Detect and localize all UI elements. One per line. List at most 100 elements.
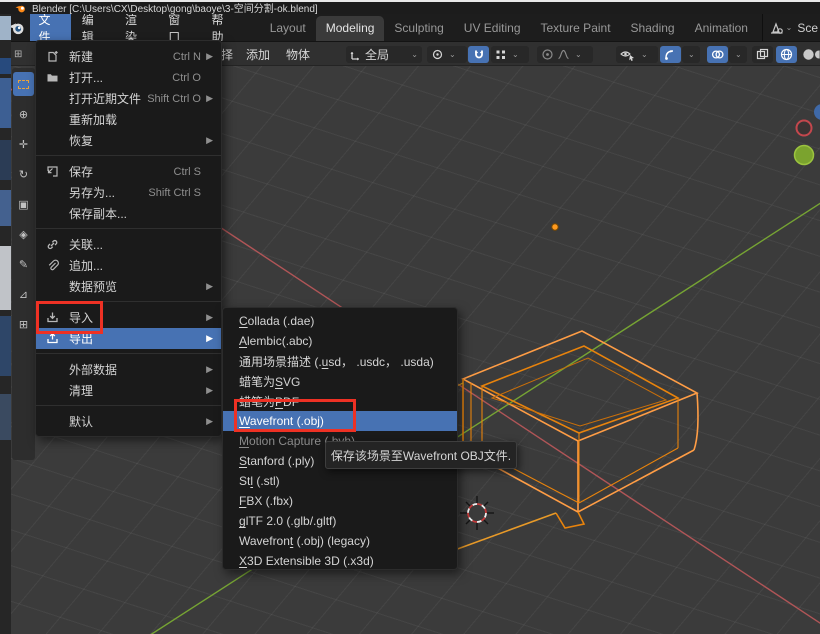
- workspace-tab[interactable]: Animation: [685, 16, 758, 42]
- transform-orientation-dropdown[interactable]: 全局 ⌄: [346, 46, 422, 63]
- scene-selector[interactable]: ⌄ Sce: [762, 14, 820, 41]
- add-cube-tool[interactable]: ⊞: [13, 312, 34, 336]
- xray-toggle[interactable]: [752, 46, 773, 63]
- export-format-item[interactable]: Alembic(.abc): [223, 331, 457, 351]
- overlays-icon: [711, 48, 724, 61]
- file-menu-item[interactable]: 新建 Ctrl N ▶: [36, 46, 221, 67]
- export-format-item[interactable]: Wavefront (.obj) (legacy): [223, 531, 457, 551]
- background-window-edge: [0, 14, 11, 634]
- export-format-item[interactable]: glTF 2.0 (.glb/.gltf): [223, 511, 457, 531]
- rotate-tool[interactable]: ↻: [13, 162, 34, 186]
- export-format-item[interactable]: X3D Extensible 3D (.x3d): [223, 551, 457, 570]
- add-menu[interactable]: 添加: [246, 46, 270, 63]
- file-menu-item[interactable]: 清理 ▶: [36, 380, 221, 401]
- export-format-item[interactable]: Wavefront (.obj): [223, 411, 457, 431]
- file-menu-item[interactable]: 另存为... Shift Ctrl S ▶: [36, 182, 221, 203]
- tooltip: 保存该场景至Wavefront OBJ文件.: [325, 441, 517, 469]
- submenu-arrow-icon: ▶: [204, 312, 213, 323]
- blender-logo-small: [15, 4, 26, 13]
- menubar-menu[interactable]: 窗口: [159, 14, 200, 42]
- file-menu-item[interactable]: 保存 Ctrl S ▶: [36, 161, 221, 182]
- file-menu-item[interactable]: 数据预览 ▶: [36, 276, 221, 297]
- select-menu-partial[interactable]: 择: [221, 46, 233, 63]
- move-tool[interactable]: ✛: [13, 132, 34, 156]
- gizmo-icon: [664, 48, 677, 61]
- new-file-icon: [46, 50, 63, 63]
- snap-to-dropdown[interactable]: ⌄: [491, 46, 529, 63]
- file-menu-item[interactable]: 默认 ▶: [36, 411, 221, 432]
- menu-separator: [36, 405, 221, 406]
- chevron-down-icon: ⌄: [735, 50, 742, 59]
- workspace-tab[interactable]: Texture Paint: [531, 16, 621, 42]
- falloff-curve-icon: [557, 48, 570, 61]
- export-format-item[interactable]: Stl (.stl): [223, 471, 457, 491]
- submenu-arrow-icon: ▶: [204, 364, 213, 375]
- cursor-tool-icon: ⊕: [19, 108, 28, 121]
- file-menu-item[interactable]: 重新加载 ▶: [36, 109, 221, 130]
- open-folder-icon: [46, 71, 63, 84]
- workspace-tab[interactable]: UV Editing: [454, 16, 531, 42]
- object-menu[interactable]: 物体: [286, 46, 310, 63]
- export-format-item[interactable]: Collada (.dae): [223, 311, 457, 331]
- show-overlays-toggle[interactable]: [707, 46, 728, 63]
- cursor-tool[interactable]: ⊕: [13, 102, 34, 126]
- pivot-point-dropdown[interactable]: ⌄: [427, 46, 467, 63]
- file-menu-item[interactable]: 关联... ▶: [36, 234, 221, 255]
- annotate-icon: ✎: [19, 258, 28, 271]
- import-icon: [46, 311, 63, 324]
- submenu-arrow-icon: ▶: [204, 135, 213, 146]
- export-format-item[interactable]: 蜡笔为SVG: [223, 371, 457, 391]
- export-format-item[interactable]: 蜡笔为PDF: [223, 391, 457, 411]
- wireframe-sphere-icon: [780, 48, 793, 61]
- measure-tool[interactable]: ⊿: [13, 282, 34, 306]
- selectability-visibility-dropdown[interactable]: ⌄: [616, 46, 658, 63]
- transform-icon: ◈: [19, 228, 27, 241]
- export-format-item[interactable]: FBX (.fbx): [223, 491, 457, 511]
- export-format-item[interactable]: 通用场景描述 (.usd， .usdc， .usda): [223, 351, 457, 371]
- overlays-dropdown[interactable]: ⌄: [729, 46, 747, 63]
- file-menu-item[interactable]: 恢复 ▶: [36, 130, 221, 151]
- editor-type-button[interactable]: ⊞: [14, 46, 22, 63]
- file-menu-item[interactable]: 打开... Ctrl O ▶: [36, 67, 221, 88]
- menubar-menu[interactable]: 编辑: [73, 14, 114, 42]
- file-menu-item[interactable]: 打开近期文件 Shift Ctrl O ▶: [36, 88, 221, 109]
- select-box-tool[interactable]: [13, 72, 34, 96]
- proportional-editing-controls[interactable]: ⌄: [537, 46, 593, 63]
- chevron-down-icon: ⌄: [575, 50, 582, 59]
- workspace-tab[interactable]: Sculpting: [384, 16, 453, 42]
- menu-separator: [36, 301, 221, 302]
- window-titlebar: Blender [C:\Users\CX\Desktop\gong\baoye\…: [0, 0, 820, 14]
- file-menu-item[interactable]: 导出 ▶: [36, 328, 221, 349]
- workspace-tab[interactable]: Modeling: [316, 16, 385, 42]
- menu-separator: [36, 436, 221, 437]
- transform-tool[interactable]: ◈: [13, 222, 34, 246]
- tooltip-text: 保存该场景至Wavefront OBJ文件.: [331, 447, 511, 464]
- workspace-tab[interactable]: Layout: [260, 16, 316, 42]
- menubar-menus: 文件编辑渲染窗口帮助: [30, 14, 246, 42]
- shading-wireframe-button[interactable]: [776, 46, 797, 63]
- file-menu-item[interactable]: 导入 ▶: [36, 307, 221, 328]
- workspace-tab[interactable]: Shading: [621, 16, 685, 42]
- magnet-icon: [473, 49, 485, 61]
- menubar-menu[interactable]: 帮助: [202, 14, 243, 42]
- annotate-tool[interactable]: ✎: [13, 252, 34, 276]
- orientation-value: 全局: [365, 46, 406, 63]
- submenu-arrow-icon: ▶: [204, 51, 213, 62]
- menu-separator: [36, 228, 221, 229]
- proportional-editing-icon: [541, 48, 554, 61]
- move-icon: ✛: [19, 138, 28, 151]
- file-menu-item[interactable]: 外部数据 ▶: [36, 359, 221, 380]
- gizmo-dropdown[interactable]: ⌄: [682, 46, 700, 63]
- menubar-menu[interactable]: 文件: [30, 14, 71, 42]
- menubar-menu[interactable]: 渲染: [116, 14, 157, 42]
- chevron-down-icon: ⌄: [641, 50, 648, 59]
- tool-shelf: ⊕ ✛ ↻ ▣ ◈ ✎ ⊿ ⊞: [12, 68, 35, 460]
- scale-tool[interactable]: ▣: [13, 192, 34, 216]
- snap-toggle-button[interactable]: [468, 46, 489, 63]
- file-menu-item[interactable]: 保存副本... ▶: [36, 203, 221, 224]
- solid-sphere-icon: [802, 48, 815, 61]
- file-menu-item[interactable]: 追加... ▶: [36, 255, 221, 276]
- menu-separator: [36, 155, 221, 156]
- show-gizmo-toggle[interactable]: [660, 46, 681, 63]
- shading-material-button[interactable]: [814, 46, 820, 63]
